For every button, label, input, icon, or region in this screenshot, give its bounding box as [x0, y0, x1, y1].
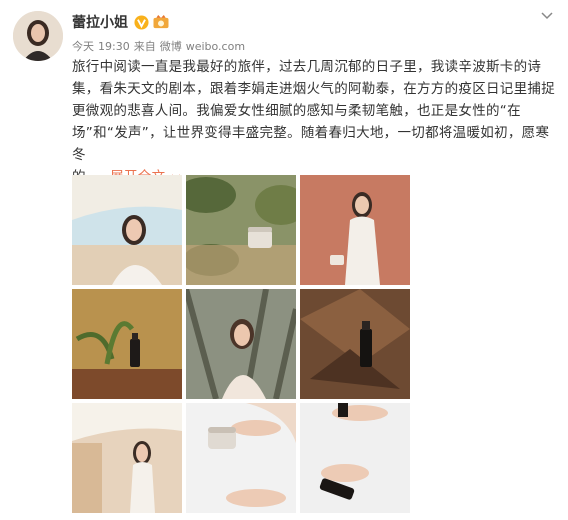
- photo-thumbnail[interactable]: [186, 403, 296, 513]
- source-app[interactable]: 微博: [160, 40, 182, 53]
- yellow-v-icon[interactable]: [134, 14, 149, 30]
- post-time[interactable]: 19:30: [98, 40, 130, 53]
- via-label: 来自: [133, 40, 156, 53]
- medal-icon[interactable]: [152, 14, 170, 30]
- body-line: 更微观的悲喜人间。我偏爱女性细腻的感知与柔韧笔触，也正是女性的“在: [72, 103, 521, 119]
- photo-thumbnail[interactable]: [186, 175, 296, 285]
- photo-thumbnail[interactable]: [300, 403, 410, 513]
- photo-thumbnail[interactable]: [72, 175, 182, 285]
- post-meta: 今天 19:30 来自 微博 weibo.com: [72, 38, 249, 54]
- body-line: 集，看朱天文的剧本，跟着李娟走进烟火气的阿勒泰，在方方的疫区日记里捕捉: [72, 81, 555, 97]
- chevron-down-icon[interactable]: [540, 8, 554, 22]
- photo-thumbnail[interactable]: [300, 175, 410, 285]
- username[interactable]: 蕾拉小姐: [72, 12, 128, 32]
- source-domain: weibo.com: [185, 40, 246, 53]
- avatar[interactable]: [13, 11, 63, 61]
- photo-thumbnail[interactable]: [72, 403, 182, 513]
- body-line: 旅行中阅读一直是我最好的旅伴，过去几周沉郁的日子里，我读辛波斯卡的诗: [72, 59, 542, 75]
- weibo-post: 蕾拉小姐 今天 19:30 来自 微博 weibo.com 旅行中阅读一直是我最好的旅伴…: [0, 0, 568, 520]
- body-line: 场”和“发声”，让世界变得丰盛完整。随着春归大地，一切都将温暖如初，愿寒冬: [72, 125, 550, 163]
- photo-thumbnail[interactable]: [300, 289, 410, 399]
- photo-thumbnail[interactable]: [72, 289, 182, 399]
- post-day[interactable]: 今天: [72, 40, 94, 53]
- user-row: 蕾拉小姐: [72, 12, 170, 32]
- post-body: 旅行中阅读一直是我最好的旅伴，过去几周沉郁的日子里，我读辛波斯卡的诗 集，看朱天…: [72, 56, 558, 188]
- photo-thumbnail[interactable]: [186, 289, 296, 399]
